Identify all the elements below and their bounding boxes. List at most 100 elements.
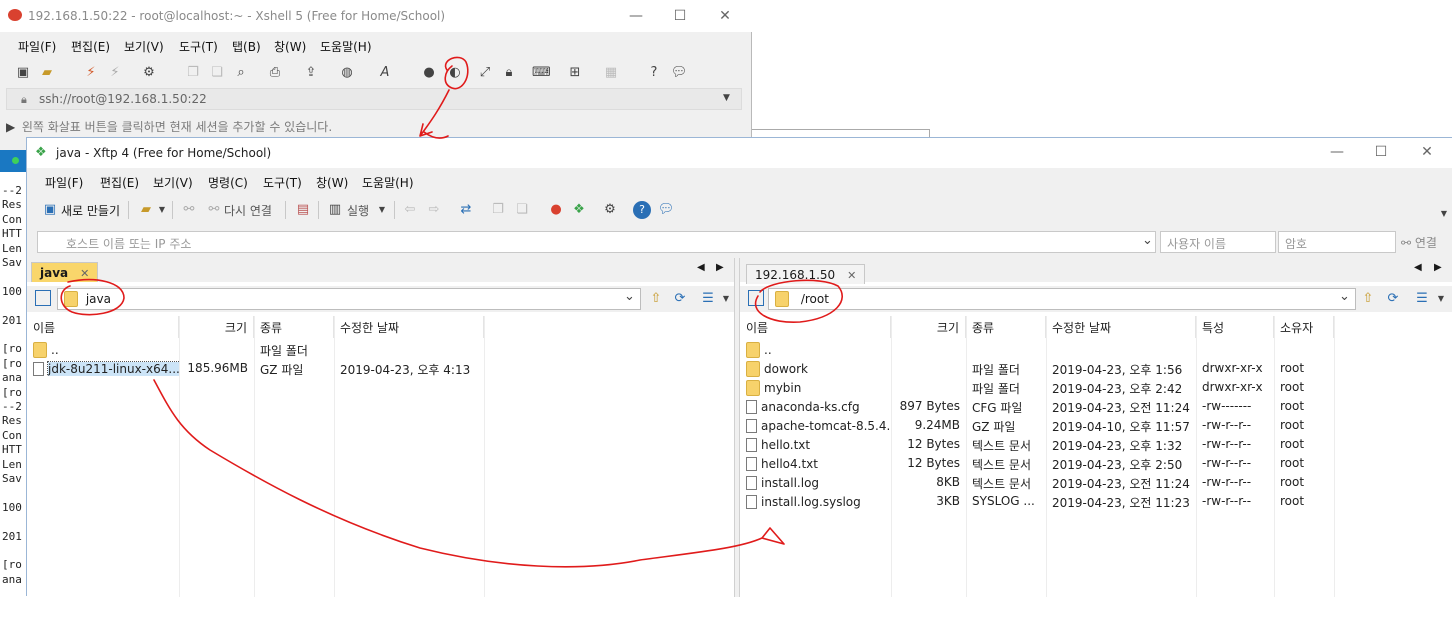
file-row[interactable]: install.log.syslog 3KB SYSLOG ... 2019-04-2… [740, 492, 1452, 511]
menu-view[interactable]: 보기(V) [124, 38, 164, 55]
maximize-icon[interactable]: ☐ [1370, 142, 1392, 162]
file-row[interactable]: anaconda-ks.cfg 897 Bytes CFG 파일 2019-04-23… [740, 397, 1452, 416]
copy-icon[interactable]: ❐ [184, 64, 202, 82]
xshell-icon[interactable]: ● [420, 64, 438, 82]
disconnect-icon[interactable]: ⚡ [106, 64, 124, 82]
chevron-down-icon[interactable]: ▼ [717, 290, 735, 308]
column-header-type[interactable]: 종류 [254, 316, 334, 338]
paste-icon[interactable]: ❏ [513, 201, 531, 219]
transfer-icon[interactable]: ⇪ [302, 64, 320, 82]
menu-edit[interactable]: 편집(E) [100, 174, 139, 191]
tab-prev-icon[interactable]: ◀ [697, 262, 705, 273]
keyboard-icon[interactable]: ⌨ [532, 64, 551, 82]
column-header-type[interactable]: 종류 [966, 316, 1046, 338]
fullscreen-icon[interactable]: ⤢ [476, 64, 494, 82]
reconnect-button[interactable]: 다시 연결 [224, 202, 272, 219]
close-icon[interactable]: ✕ [1416, 142, 1438, 162]
chevron-down-icon[interactable]: ⌄ [1142, 233, 1153, 248]
column-header-name[interactable]: 이름 [740, 316, 891, 338]
parent-folder-icon[interactable]: ⇧ [1359, 290, 1377, 308]
reconnect-icon[interactable]: ⚯ [205, 201, 223, 219]
chevron-down-icon[interactable]: ▼ [373, 201, 391, 219]
terminal-area[interactable]: --2 Res Con HTT Len Sav 100 201 [ro [ro ana [ro --2 R… [0, 150, 28, 632]
chat-icon[interactable]: 💬︎ [657, 201, 675, 219]
help-icon[interactable]: ? [633, 201, 651, 219]
local-pane[interactable]: java ✕ ◀ ▶ java ⌄ ⇧ ⟳ ☰ ▼ 이름 크기 종류 수정한 날짜 ..… [27, 258, 734, 597]
menu-file[interactable]: 파일(F) [45, 174, 83, 191]
minimize-icon[interactable]: — [625, 6, 647, 26]
copy-icon[interactable]: ❐ [489, 201, 507, 219]
forward-icon[interactable]: ⇨ [425, 201, 443, 219]
arrow-add-icon[interactable]: ▶ [6, 120, 18, 134]
column-header-owner[interactable]: 소유자 [1274, 316, 1334, 338]
menu-help[interactable]: 도움말(H) [320, 38, 372, 55]
tab-next-icon[interactable]: ▶ [1434, 262, 1442, 273]
open-folder-icon[interactable]: ▰ [38, 64, 56, 82]
column-header-date[interactable]: 수정한 날짜 [1046, 316, 1196, 338]
tree-view-icon[interactable] [35, 290, 51, 306]
file-row[interactable]: dowork 파일 폴더 2019-04-23, 오후 1:56 drwxr-xr-x… [740, 359, 1452, 378]
paste-icon[interactable]: ❏ [208, 64, 226, 82]
remote-tab[interactable]: 192.168.1.50 ✕ [746, 264, 866, 284]
remote-pane[interactable]: 192.168.1.50 ✕ ◀ ▶ /root ⌄ ⇧ ⟳ ☰ ▼ 이름 크기 종류… [740, 258, 1452, 597]
menu-window[interactable]: 창(W) [316, 174, 348, 191]
globe-icon[interactable]: ◍ [338, 64, 356, 82]
local-tab[interactable]: java ✕ [31, 262, 99, 282]
chevron-down-icon[interactable]: ▼ [153, 201, 171, 219]
menu-file[interactable]: 파일(F) [18, 38, 56, 55]
chevron-down-icon[interactable]: ▼ [1432, 290, 1450, 308]
refresh-icon[interactable]: ⟳ [671, 290, 689, 308]
back-icon[interactable]: ⇦ [401, 201, 419, 219]
file-row[interactable]: apache-tomcat-8.5.4... 9.24MB GZ 파일 2019-04… [740, 416, 1452, 435]
tree-view-icon[interactable] [748, 290, 764, 306]
close-icon[interactable]: ✕ [714, 6, 736, 26]
xshell-icon[interactable]: ● [547, 201, 565, 219]
file-row[interactable]: .. [740, 340, 1452, 359]
run-icon[interactable]: ▥ [326, 201, 344, 219]
menu-command[interactable]: 명령(C) [208, 174, 248, 191]
maximize-icon[interactable]: ☐ [669, 6, 691, 26]
password-input[interactable]: 암호 [1278, 231, 1396, 253]
menu-help[interactable]: 도움말(H) [362, 174, 414, 191]
new-button[interactable]: 새로 만들기 [61, 202, 120, 219]
file-row[interactable]: .. 파일 폴더 [27, 340, 734, 359]
remote-path-input[interactable]: /root ⌄ [768, 288, 1356, 310]
lock-icon[interactable]: 🔒︎ [500, 64, 518, 82]
xftp-icon[interactable]: ❖ [570, 201, 588, 219]
print-icon[interactable]: ⎙ [266, 64, 284, 82]
sync-icon[interactable]: ⇄ [457, 201, 475, 219]
column-header-size[interactable]: 크기 [179, 316, 254, 338]
font-icon[interactable]: A [376, 64, 394, 82]
session-tab[interactable] [0, 150, 28, 172]
connect-button[interactable]: ⚯ 연결 [1401, 234, 1437, 251]
menu-tools[interactable]: 도구(T) [179, 38, 218, 55]
menu-tools[interactable]: 도구(T) [263, 174, 302, 191]
refresh-icon[interactable]: ⟳ [1384, 290, 1402, 308]
minimize-icon[interactable]: — [1326, 142, 1348, 162]
column-header-size[interactable]: 크기 [891, 316, 966, 338]
xftp-launch-icon[interactable]: ◐ [446, 64, 464, 82]
view-mode-icon[interactable]: ☰ [1413, 290, 1431, 308]
chat-icon[interactable]: 💬︎ [670, 64, 688, 82]
add-tab-icon[interactable]: ⊞ [566, 64, 584, 82]
chevron-down-icon[interactable]: ▼ [723, 93, 730, 103]
gear-icon[interactable]: ⚙ [601, 201, 619, 219]
new-session-icon[interactable]: ▣ [41, 201, 59, 219]
column-header-attr[interactable]: 특성 [1196, 316, 1274, 338]
column-header-name[interactable]: 이름 [27, 316, 179, 338]
local-path-input[interactable]: java ⌄ [57, 288, 641, 310]
chevron-down-icon[interactable]: ▼ [1435, 205, 1452, 223]
properties-icon[interactable]: ▤ [294, 201, 312, 219]
run-button[interactable]: 실행 [347, 202, 369, 219]
chevron-down-icon[interactable]: ⌄ [624, 289, 635, 304]
file-row[interactable]: mybin 파일 폴더 2019-04-23, 오후 2:42 drwxr-xr-x r… [740, 378, 1452, 397]
tab-next-icon[interactable]: ▶ [716, 262, 724, 273]
view-mode-icon[interactable]: ☰ [699, 290, 717, 308]
host-input[interactable]: 호스트 이름 또는 IP 주소 ⌄ [37, 231, 1156, 253]
reconnect-icon[interactable]: ⚡ [82, 64, 100, 82]
find-icon[interactable]: ⌕ [232, 64, 250, 82]
xshell-address-bar[interactable]: 🔒︎ ssh://root@192.168.1.50:22 ▼ [6, 88, 742, 110]
parent-folder-icon[interactable]: ⇧ [647, 290, 665, 308]
user-input[interactable]: 사용자 이름 [1160, 231, 1276, 253]
menu-view[interactable]: 보기(V) [153, 174, 193, 191]
